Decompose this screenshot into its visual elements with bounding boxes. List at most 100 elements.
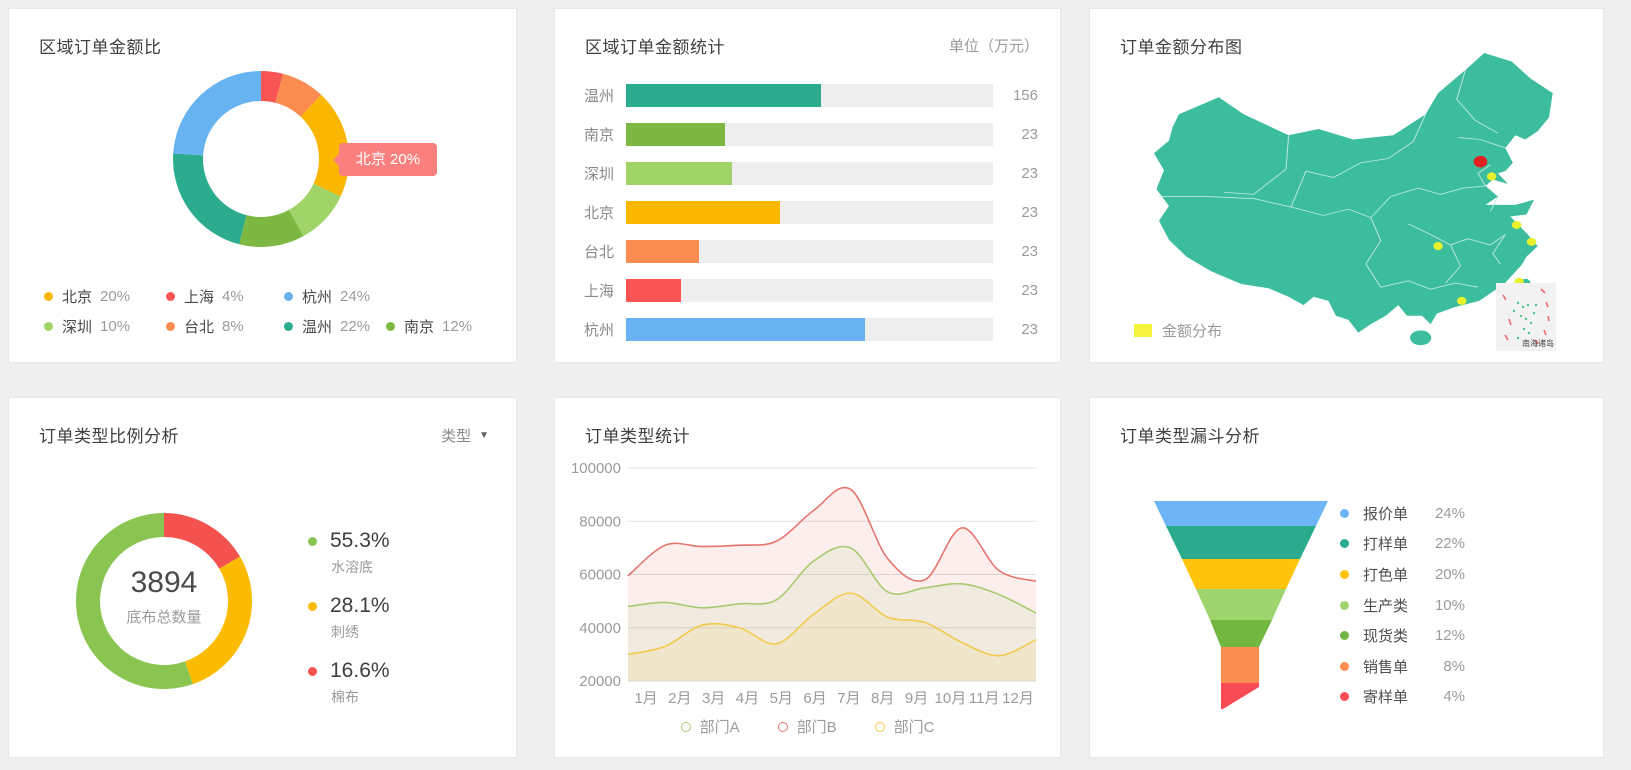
donut-slice-棉布[interactable] [164,513,241,569]
panel-type-line: 订单类型统计 20000 40000 60000 80000 100000 1月 2月 3月 4… [554,397,1061,758]
legend-dot [284,321,293,331]
legend-dot [1340,508,1349,518]
x-tick-label: 4月 [736,690,759,707]
legend-label: 杭州 [302,288,333,306]
legend-dot [166,321,175,331]
legend-dot [1340,569,1349,579]
china-map[interactable] [1154,53,1553,333]
funnel-legend-item-打样单[interactable]: 打样单 22% [1340,529,1465,560]
legend-value: 24% [1434,504,1465,522]
inset-label: 南海诸岛 [1522,339,1554,348]
funnel-band-打色单[interactable] [1182,559,1300,589]
bar-value: 23 [1021,204,1038,221]
donut-slice-温州[interactable] [173,153,247,245]
map-marker-yellow[interactable] [1457,296,1467,305]
funnel-band-生产类[interactable] [1196,589,1286,620]
stat-水溶底: 55.3% 水溶底 [308,528,390,593]
panel-type-funnel: 订单类型漏斗分析 报价单 24% 打样单 22% 打色单 20% 生产类 10% 现货类 12% 销… [1089,397,1604,758]
bar-杭州[interactable] [626,318,865,341]
x-tick-label: 7月 [837,690,860,707]
legend-value: 10% [1434,596,1465,614]
legend-label: 台北 [184,318,215,336]
funnel-legend-item-销售单[interactable]: 销售单 8% [1340,651,1465,682]
funnel-legend-item-打色单[interactable]: 打色单 20% [1340,559,1465,590]
map-marker-yellow[interactable] [1433,242,1443,251]
legend-item-杭州[interactable]: 杭州 24% [284,281,370,311]
funnel-legend-item-现货类[interactable]: 现货类 12% [1340,620,1465,651]
funnel-band-现货类[interactable] [1210,620,1272,647]
legend-dot [166,291,175,301]
bar-track [626,201,993,224]
line-legend-item-部门B[interactable]: 部门B [777,716,837,737]
funnel-legend-item-寄样单[interactable]: 寄样单 4% [1340,682,1465,713]
line-chart[interactable]: 20000 40000 60000 80000 100000 1月 2月 3月 4月 5月 6月 7月… [555,398,1060,757]
line-legend-item-部门C[interactable]: 部门C [874,716,935,737]
legend-item-深圳[interactable]: 深圳 10% [44,311,130,341]
map-legend[interactable]: 金额分布 [1134,320,1222,341]
map-marker-yellow[interactable] [1511,220,1522,229]
legend-label: 北京 [62,288,93,306]
legend-item-上海[interactable]: 上海 4% [166,281,244,311]
funnel-band-销售单[interactable] [1221,647,1259,683]
legend-label: 寄样单 [1363,689,1409,707]
unit-label: 单位（万元） [948,38,1039,55]
legend-dot [386,321,395,331]
bar-value: 23 [1021,282,1038,299]
y-tick-label: 20000 [579,673,621,690]
stat-row: 16.6% [308,658,390,684]
x-tick-label: 10月 [935,690,967,707]
bar-深圳[interactable] [626,162,733,185]
legend-row: 深圳 10% 台北 8% 温州 22% 南京 12% [44,311,504,341]
bar-南京[interactable] [626,123,726,146]
bar-category-label: 台北 [584,244,615,261]
line-legend: 部门A 部门B 部门C [555,716,1060,737]
bar-value: 23 [1021,126,1038,143]
bar-row-上海: 上海 23 [584,279,1038,302]
bar-温州[interactable] [626,84,821,107]
hainan-island[interactable] [1410,330,1432,346]
funnel-band-报价单[interactable] [1154,501,1328,526]
bar-台北[interactable] [626,240,700,263]
legend-dot [1340,692,1349,702]
funnel-legend-item-生产类[interactable]: 生产类 10% [1340,590,1465,621]
bar-category-label: 杭州 [584,322,615,339]
stat-label: 水溶底 [331,559,373,575]
legend-label: 打色单 [1363,566,1409,584]
legend-item-南京[interactable]: 南京 12% [386,311,472,341]
line-legend-item-部门A[interactable]: 部门A [680,716,740,737]
bar-category-label: 上海 [584,283,615,300]
funnel-band-寄样单[interactable] [1221,683,1259,709]
legend-dot [44,291,53,301]
map-marker-yellow[interactable] [1526,237,1537,246]
panel-region-ratio: 区域订单金额比 北京 20% 北京 20% 上海 4% 杭州 24% 深圳 10% 台北 8% 温州… [8,8,517,363]
legend-item-台北[interactable]: 台北 8% [166,311,244,341]
x-tick-label: 6月 [803,690,826,707]
funnel-legend-item-报价单[interactable]: 报价单 24% [1340,498,1465,529]
bar-row-台北: 台北 23 [584,240,1038,263]
stat-刺绣: 28.1% 刺绣 [308,593,390,658]
map-marker-red[interactable] [1473,155,1488,168]
funnel-band-打样单[interactable] [1166,526,1316,559]
bar-track [626,318,993,341]
legend-value: 20% [100,287,131,305]
donut-slice-杭州[interactable] [173,71,261,156]
x-tick-label: 8月 [871,690,894,707]
bar-row-深圳: 深圳 23 [584,162,1038,185]
bar-北京[interactable] [626,201,781,224]
panel-title: 区域订单金额统计 [585,38,725,57]
legend-label: 生产类 [1363,597,1409,615]
panel-amount-map: 订单金额分布图 金额分布 南海诸岛 [1089,8,1604,363]
legend-label: 部门C [893,719,935,736]
legend-value: 22% [1434,535,1465,553]
bar-value: 23 [1021,321,1038,338]
legend-item-北京[interactable]: 北京 20% [44,281,130,311]
bar-上海[interactable] [626,279,682,302]
map-marker-yellow[interactable] [1486,172,1497,181]
stat-percent: 55.3% [330,529,390,552]
dashboard: 区域订单金额比 北京 20% 北京 20% 上海 4% 杭州 24% 深圳 10% 台北 8% 温州… [0,0,1631,770]
bar-value: 23 [1021,243,1038,260]
bar-row-北京: 北京 23 [584,201,1038,224]
legend-item-温州[interactable]: 温州 22% [284,311,370,341]
map-legend-swatch [1134,324,1152,337]
donut-center: 3894 底布总数量 [76,566,252,627]
